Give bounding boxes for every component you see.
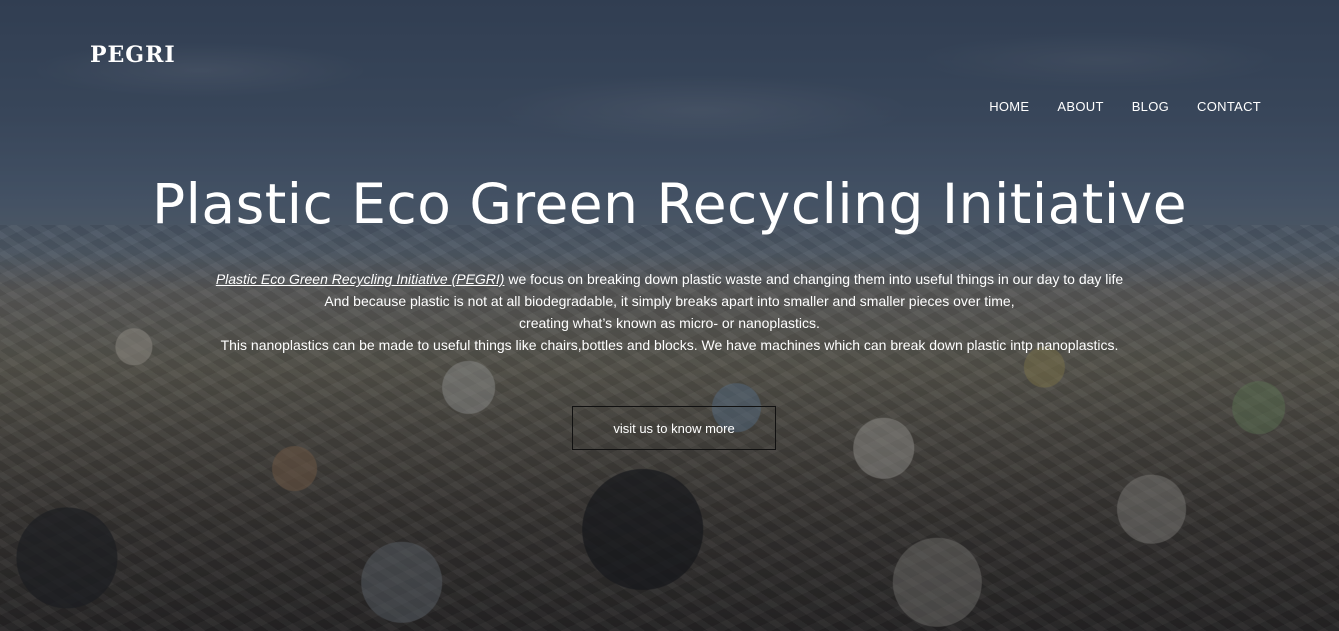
description-line-2: And because plastic is not at all biodeg… [324, 293, 1015, 309]
nav-item-blog[interactable]: BLOG [1132, 99, 1169, 114]
description-line-1-text: we focus on breaking down plastic waste … [504, 271, 1124, 287]
description-line-4: This nanoplastics can be made to useful … [220, 337, 1119, 353]
description-line-3: creating what’s known as micro- or nanop… [519, 315, 820, 331]
hero-section: PEGRI HOME ABOUT BLOG CONTACT Plastic Ec… [0, 0, 1339, 631]
description-line-1: Plastic Eco Green Recycling Initiative (… [0, 268, 1339, 290]
pegri-link[interactable]: Plastic Eco Green Recycling Initiative (… [216, 271, 505, 287]
nav-item-contact[interactable]: CONTACT [1197, 99, 1261, 114]
main-nav: HOME ABOUT BLOG CONTACT [989, 99, 1261, 114]
site-logo[interactable]: PEGRI [90, 42, 176, 68]
hero-title: Plastic Eco Green Recycling Initiative [151, 172, 1188, 236]
visit-us-button[interactable]: visit us to know more [572, 406, 776, 450]
nav-item-home[interactable]: HOME [989, 99, 1029, 114]
hero-description: Plastic Eco Green Recycling Initiative (… [0, 268, 1339, 356]
nav-item-about[interactable]: ABOUT [1057, 99, 1103, 114]
